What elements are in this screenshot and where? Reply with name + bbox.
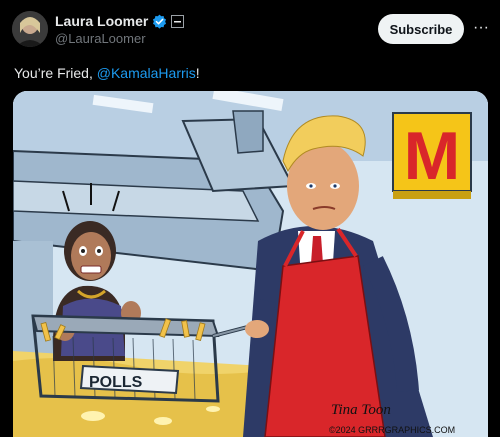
tweet-image[interactable]: POLLS M Tina Toon ©2024 GRRRGRAPHICS.COM: [13, 91, 488, 437]
mention-link[interactable]: @KamalaHarris: [97, 65, 196, 81]
verified-badge-icon: [152, 14, 167, 29]
copyright-text: ©2024 GRRRGRAPHICS.COM: [329, 425, 455, 435]
tweet-text: You’re Fried, @KamalaHarris!: [14, 65, 200, 81]
sign-letter: M: [404, 118, 461, 194]
tweet-text-before: You’re Fried,: [14, 65, 97, 81]
subscribe-button[interactable]: Subscribe: [378, 14, 464, 44]
basket-label: POLLS: [89, 374, 143, 391]
author-name-row: Laura Loomer: [55, 12, 185, 30]
more-options-icon[interactable]: ···: [470, 16, 492, 40]
affiliate-badge-icon: [171, 14, 185, 28]
author-display-name[interactable]: Laura Loomer: [55, 13, 148, 29]
post-header: Laura Loomer @LauraLoomer Subscribe ···: [0, 0, 500, 56]
tweet-text-after: !: [195, 65, 200, 81]
artist-signature: Tina Toon: [331, 402, 391, 418]
author-handle[interactable]: @LauraLoomer: [55, 31, 146, 46]
avatar[interactable]: [12, 11, 48, 47]
